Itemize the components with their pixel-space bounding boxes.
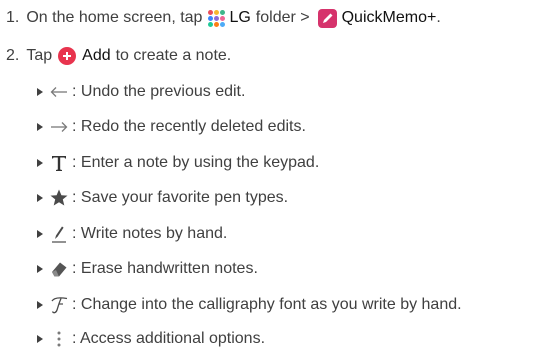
step-number: 1.	[6, 9, 20, 26]
eraser-icon	[49, 258, 69, 280]
lg-folder-label: LG	[229, 9, 251, 26]
list-item: : Change into the calligraphy font as yo…	[37, 292, 462, 318]
step-text: .	[436, 9, 441, 26]
list-item: : Access additional options.	[37, 326, 265, 352]
pen-icon	[49, 223, 69, 245]
list-item-text: : Redo the recently deleted edits.	[72, 118, 306, 135]
step-1: 1. On the home screen, tap LG folder > Q…	[6, 7, 441, 29]
list-item-text: : Undo the previous edit.	[72, 83, 246, 100]
instruction-document: 1. On the home screen, tap LG folder > Q…	[0, 0, 535, 352]
list-item-text: : Change into the calligraphy font as yo…	[72, 296, 462, 313]
list-item-text: : Write notes by hand.	[72, 225, 228, 242]
bullet-triangle-icon	[37, 301, 43, 309]
bullet-triangle-icon	[37, 123, 43, 131]
bullet-triangle-icon	[37, 230, 43, 238]
quickmemo-app-icon	[317, 8, 337, 28]
list-item-text: : Enter a note by using the keypad.	[72, 154, 320, 171]
list-item: : Save your favorite pen types.	[37, 185, 288, 211]
list-item: : Write notes by hand.	[37, 221, 227, 247]
step-text: folder >	[255, 9, 310, 26]
more-options-icon	[49, 328, 69, 350]
bullet-triangle-icon	[37, 159, 43, 167]
step-text: Tap	[26, 47, 53, 64]
step-number: 2.	[6, 47, 20, 64]
add-label: Add	[82, 47, 111, 64]
step-text: On the home screen, tap	[26, 9, 203, 26]
star-icon	[49, 187, 69, 209]
list-item-text: : Access additional options.	[72, 330, 266, 347]
quickmemo-app-label: QuickMemo+	[341, 9, 437, 26]
bullet-triangle-icon	[37, 335, 43, 343]
list-item-text: : Save your favorite pen types.	[72, 189, 289, 206]
add-icon	[58, 47, 77, 65]
lg-folder-icon	[208, 9, 226, 27]
bullet-triangle-icon	[37, 265, 43, 273]
list-item: : Undo the previous edit.	[37, 79, 245, 105]
calligraphy-icon	[49, 294, 69, 316]
undo-arrow-icon	[49, 81, 69, 103]
list-item-text: : Erase handwritten notes.	[72, 260, 258, 277]
list-item: : Erase handwritten notes.	[37, 256, 258, 282]
step-2: 2. Tap Add to create a note.	[6, 45, 231, 67]
list-item: : Redo the recently deleted edits.	[37, 114, 306, 140]
step-text: to create a note.	[115, 47, 232, 64]
bullet-triangle-icon	[37, 88, 43, 96]
list-item: : Enter a note by using the keypad.	[37, 150, 319, 176]
bullet-triangle-icon	[37, 194, 43, 202]
text-t-icon	[49, 152, 69, 174]
redo-arrow-icon	[49, 116, 69, 138]
